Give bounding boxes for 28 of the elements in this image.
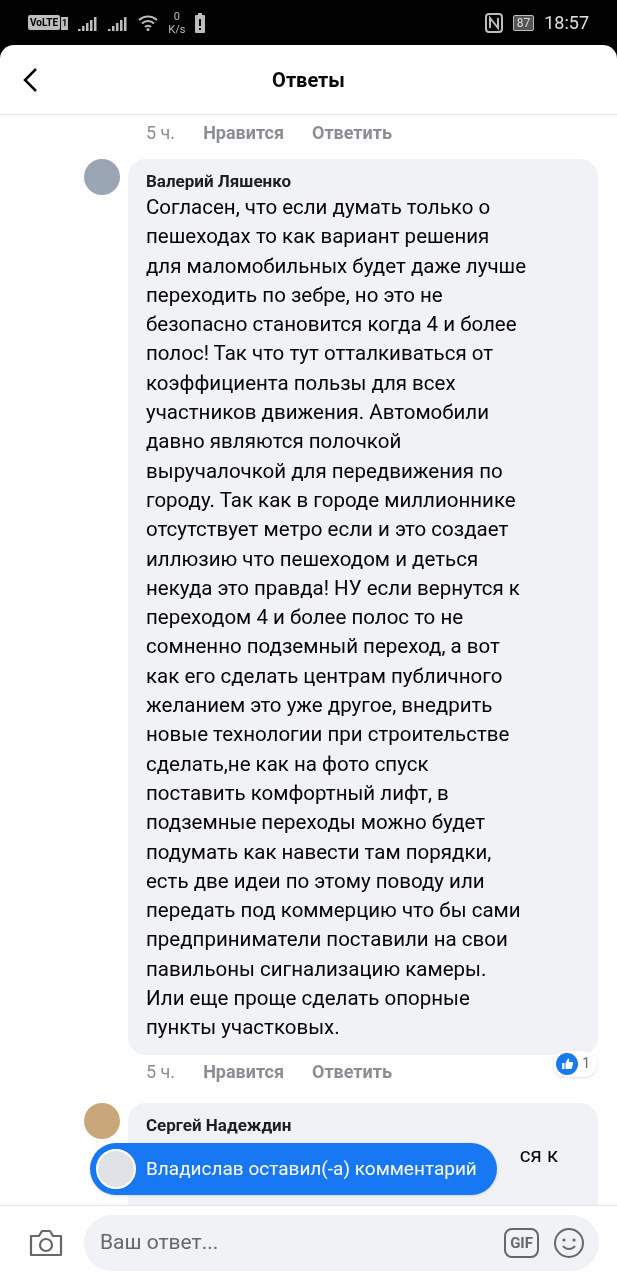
signal-icon [108,14,129,31]
like-link[interactable]: Нравится [203,1058,284,1086]
signal-icon [78,14,99,31]
nfc-icon [484,12,503,33]
comment-text: Согласен, что если думать только о пешеходах то как вариант решения для маломобильных будет даже лучше переходить по зебре, но это не безопасно становится когда 4 и более полос! Так что тут отталкиваться от коэффициента пользы для всех участников движения. Автомобили давно являются полочкой выручалочкой для передвижения по городу. Так как в городе миллионнике отсутствует метро если и это создает иллюзию что пешеходом и деться некуда это правда! НУ если вернутся к переходом 4 и более полос то не сомненно подземный переход, а вот как его сделать центрам публичного желанием это уже другое, внедрить новые технологии при строительстве сделать,не как на фото спуск поставить комфортный лифт, в подземные переходы можно будет подумать как навести там порядки, есть две идеи по этому поводу или передать под коммерцию что бы сами предприниматели поставили на свои павильоны сигнализацию камеры. Или еще проще сделать опорные пункты участковых. [146,194,528,1042]
network-speed: 0 K/s [168,9,186,36]
comment-text: ся к [519,1142,558,1167]
like-link[interactable]: Нравится [203,118,284,146]
thumbs-up-icon [556,1052,579,1075]
reaction-count[interactable]: 1 [553,1050,597,1077]
avatar [96,1149,136,1189]
reply-link[interactable]: Ответить [312,118,392,146]
battery-alert-icon [195,12,206,33]
gif-button[interactable]: GIF [504,1228,539,1258]
page-title: Ответы [271,66,346,94]
emoji-icon[interactable] [553,1227,585,1259]
battery-level: 87 [512,14,535,31]
comment-author[interactable]: Сергей Надеждин [146,1112,580,1137]
camera-icon[interactable] [28,1228,64,1258]
comment-author[interactable]: Валерий Ляшенко [146,169,580,193]
comment-time: 5 ч. [146,120,176,145]
reply-link[interactable]: Ответить [312,1058,392,1086]
clock: 18:57 [544,11,589,35]
back-icon[interactable] [22,66,38,93]
new-comment-toast[interactable]: Владислав оставил(-а) комментарий [90,1143,497,1195]
comment-time: 5 ч. [146,1060,176,1085]
reply-field[interactable]: Ваш ответ... GIF [84,1215,599,1271]
wifi-icon [138,14,159,31]
